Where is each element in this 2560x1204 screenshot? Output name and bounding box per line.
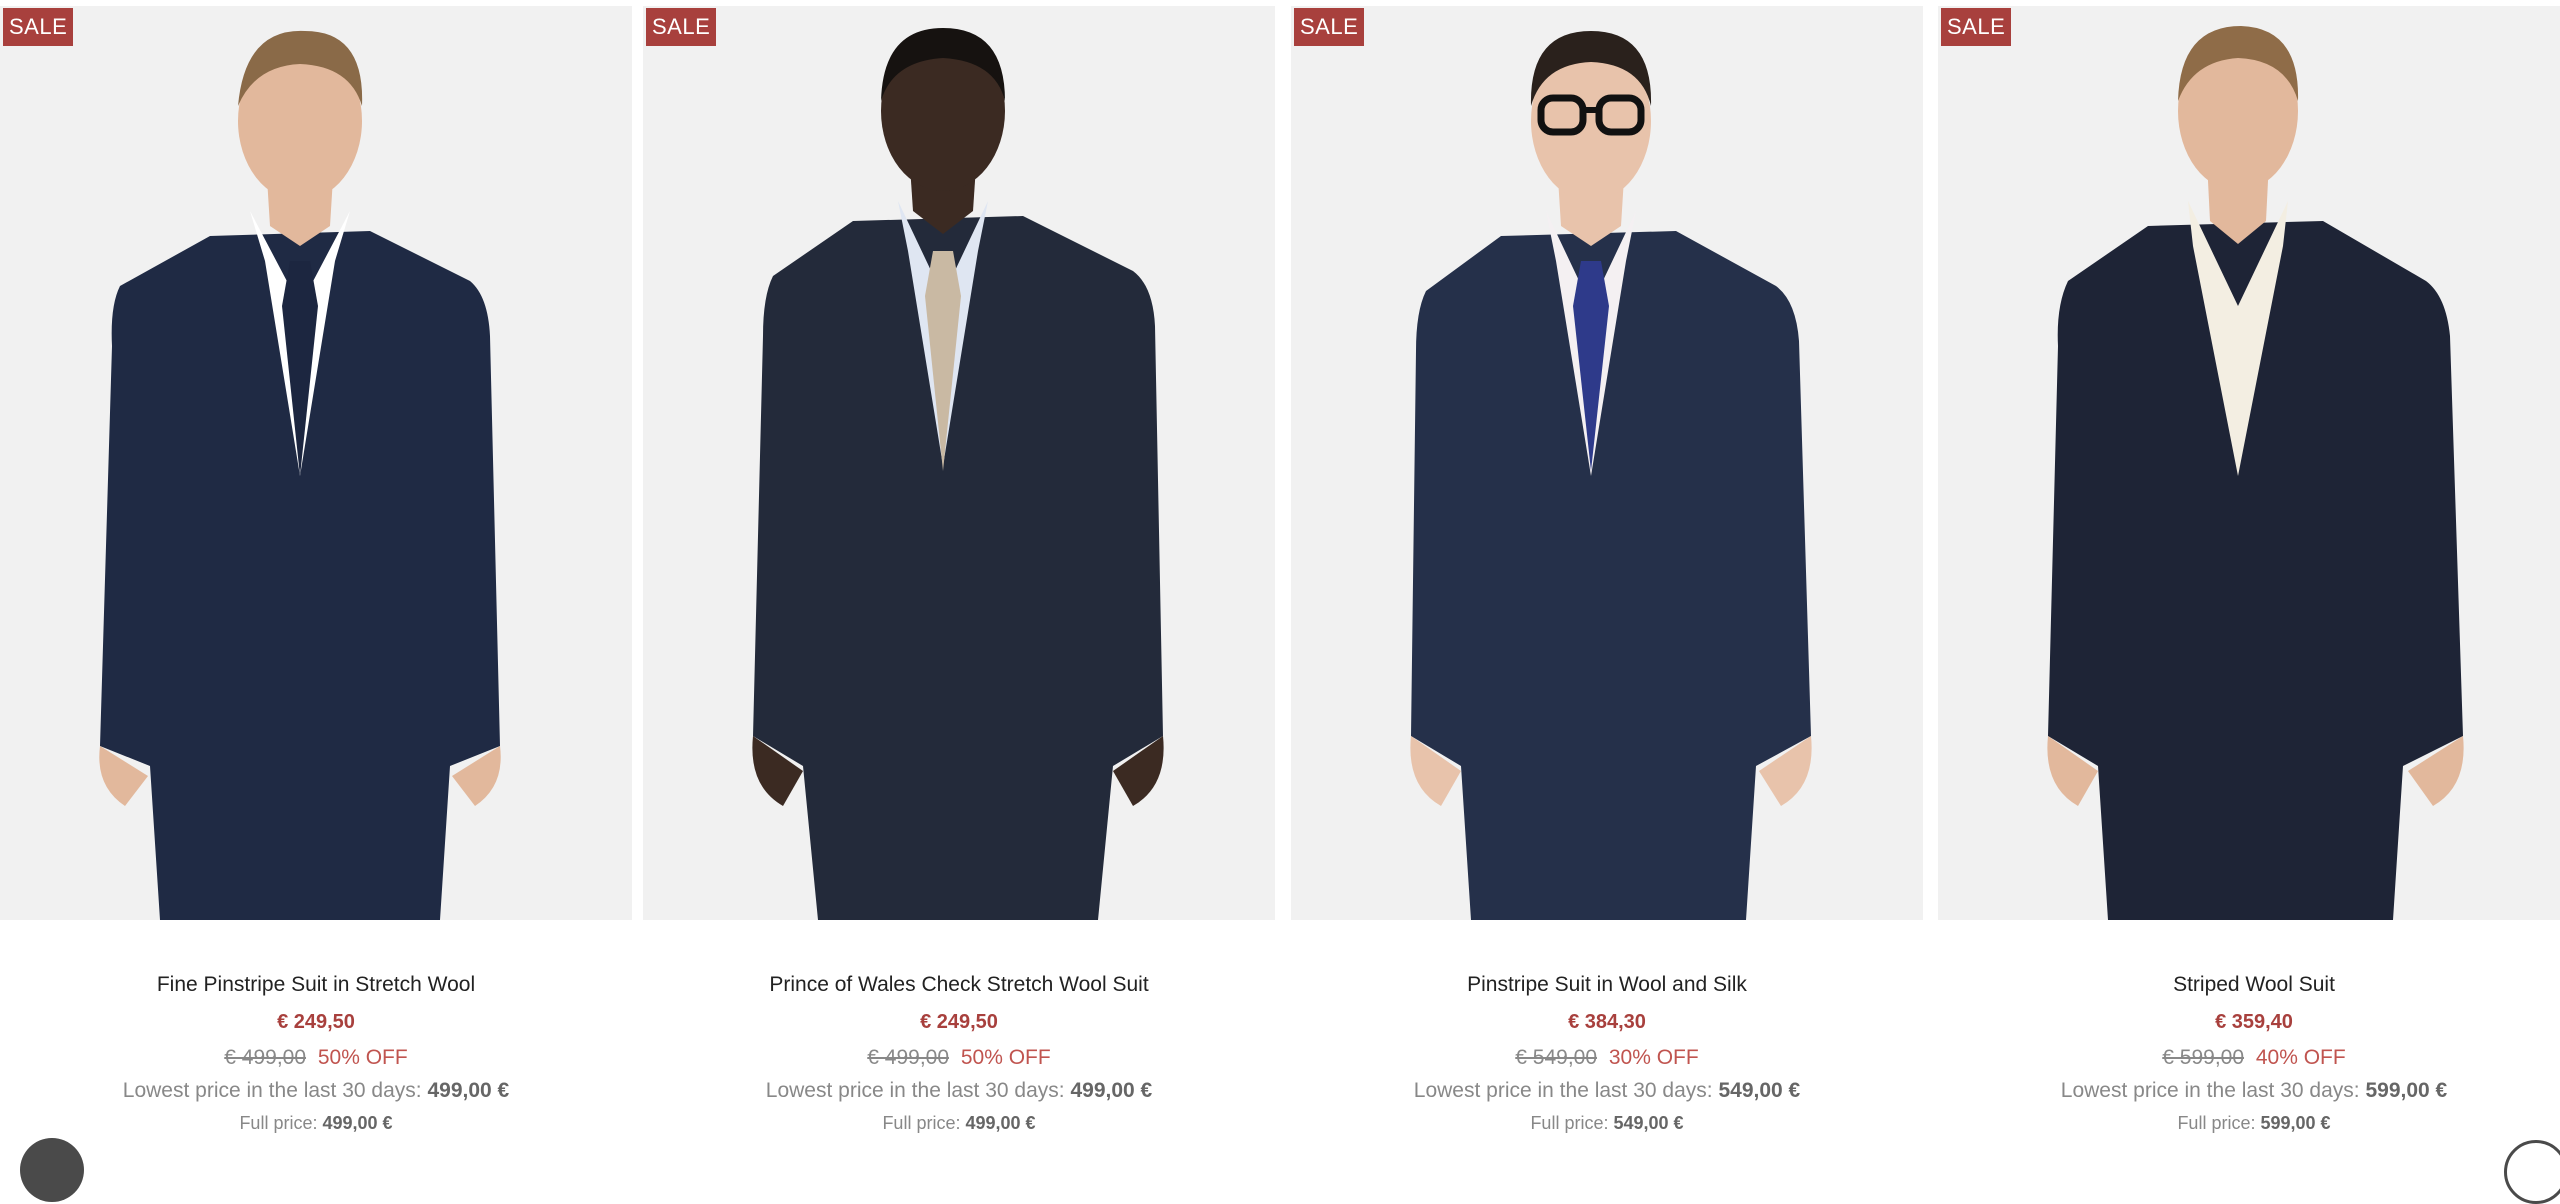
full-price-row: Full price: 549,00 € (1291, 1108, 1923, 1138)
lowest-price-value: 499,00 € (427, 1079, 510, 1102)
full-price-label: Full price: (239, 1113, 318, 1133)
lowest-price-row: Lowest price in the last 30 days: 499,00… (643, 1074, 1275, 1108)
sale-price: € 249,50 (920, 1011, 998, 1033)
full-price-value: 549,00 € (1613, 1113, 1684, 1133)
full-price-row: Full price: 599,00 € (1938, 1108, 2560, 1138)
full-price-value: 599,00 € (2260, 1113, 2331, 1133)
lowest-price-row: Lowest price in the last 30 days: 599,00… (1938, 1074, 2560, 1108)
sale-badge: SALE (646, 8, 717, 46)
sale-badge: SALE (1294, 8, 1365, 46)
product-card[interactable]: SALE Pinstripe Suit in Wool and Silk € 3… (1291, 6, 1923, 1154)
product-info: Fine Pinstripe Suit in Stretch Wool € 24… (0, 968, 632, 1138)
original-price-row: € 599,00 40% OFF (1938, 1042, 2560, 1074)
original-price-row: € 549,00 30% OFF (1291, 1042, 1923, 1074)
sale-price: € 359,40 (2215, 1011, 2293, 1033)
product-grid: SALE Fine Pinstripe Suit in Stretch Wool… (0, 0, 2560, 1154)
chat-button[interactable] (2504, 1140, 2560, 1204)
product-info: Pinstripe Suit in Wool and Silk € 384,30… (1291, 968, 1923, 1138)
full-price-value: 499,00 € (965, 1113, 1036, 1133)
sale-price: € 249,50 (277, 1011, 355, 1033)
model-figure (2047, 26, 2464, 920)
original-price-row: € 499,00 50% OFF (643, 1042, 1275, 1074)
product-card[interactable]: SALE Fine Pinstripe Suit in Stretch Wool… (0, 6, 632, 1154)
product-name[interactable]: Prince of Wales Check Stretch Wool Suit (643, 968, 1275, 1002)
lowest-price-label: Lowest price in the last 30 days: (2060, 1079, 2360, 1102)
product-image[interactable]: SALE (1291, 6, 1923, 920)
product-image[interactable]: SALE (0, 6, 632, 920)
model-figure (99, 30, 501, 920)
lowest-price-value: 549,00 € (1718, 1079, 1801, 1102)
product-card[interactable]: SALE Striped Wool Suit € 359,40 € 599,00… (1938, 6, 2560, 1154)
sale-badge: SALE (1941, 8, 2012, 46)
model-figure (752, 28, 1164, 920)
product-name[interactable]: Fine Pinstripe Suit in Stretch Wool (0, 968, 632, 1002)
discount-label: 50% OFF (317, 1046, 408, 1069)
lowest-price-value: 599,00 € (2365, 1079, 2448, 1102)
lowest-price-label: Lowest price in the last 30 days: (122, 1079, 422, 1102)
lowest-price-row: Lowest price in the last 30 days: 549,00… (1291, 1074, 1923, 1108)
full-price-row: Full price: 499,00 € (0, 1108, 632, 1138)
product-image[interactable]: SALE (643, 6, 1275, 920)
sale-price: € 384,30 (1568, 1011, 1646, 1033)
product-info: Striped Wool Suit € 359,40 € 599,00 40% … (1938, 968, 2560, 1138)
original-price: € 549,00 (1515, 1046, 1598, 1069)
discount-label: 30% OFF (1608, 1046, 1699, 1069)
accessibility-button[interactable] (20, 1138, 84, 1202)
lowest-price-label: Lowest price in the last 30 days: (765, 1079, 1065, 1102)
lowest-price-row: Lowest price in the last 30 days: 499,00… (0, 1074, 632, 1108)
full-price-label: Full price: (1530, 1113, 1609, 1133)
product-info: Prince of Wales Check Stretch Wool Suit … (643, 968, 1275, 1138)
full-price-row: Full price: 499,00 € (643, 1108, 1275, 1138)
product-image[interactable]: SALE (1938, 6, 2560, 920)
model-figure (1410, 31, 1812, 920)
original-price: € 499,00 (224, 1046, 307, 1069)
full-price-value: 499,00 € (322, 1113, 393, 1133)
product-name[interactable]: Pinstripe Suit in Wool and Silk (1291, 968, 1923, 1002)
product-card[interactable]: SALE Prince of Wales Check Stretch Wool … (643, 6, 1275, 1154)
discount-label: 40% OFF (2255, 1046, 2346, 1069)
original-price: € 599,00 (2162, 1046, 2245, 1069)
sale-badge: SALE (3, 8, 74, 46)
original-price: € 499,00 (867, 1046, 950, 1069)
lowest-price-label: Lowest price in the last 30 days: (1413, 1079, 1713, 1102)
full-price-label: Full price: (2177, 1113, 2256, 1133)
original-price-row: € 499,00 50% OFF (0, 1042, 632, 1074)
product-name[interactable]: Striped Wool Suit (1938, 968, 2560, 1002)
lowest-price-value: 499,00 € (1070, 1079, 1153, 1102)
discount-label: 50% OFF (960, 1046, 1051, 1069)
full-price-label: Full price: (882, 1113, 961, 1133)
